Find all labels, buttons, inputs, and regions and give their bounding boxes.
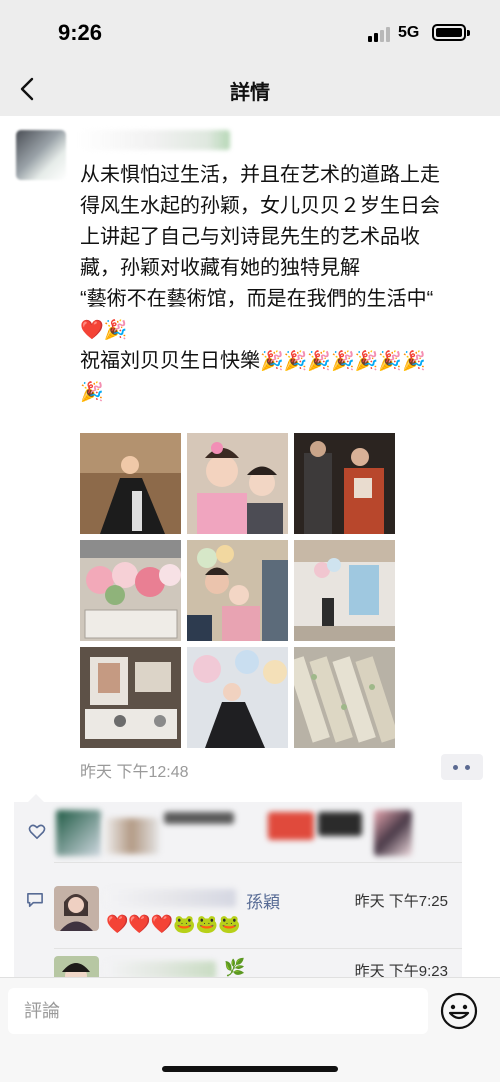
post-emoji-line: ❤️🎉 <box>80 319 128 341</box>
comment-input-bar <box>0 977 500 1082</box>
smiley-face-icon <box>440 992 478 1030</box>
signal-strength-icon <box>368 26 394 42</box>
photo-9[interactable] <box>294 647 395 748</box>
photo-2[interactable] <box>187 433 288 534</box>
battery-icon <box>432 24 466 41</box>
commenter-name[interactable]: 孫穎 <box>246 888 280 913</box>
photo-1[interactable] <box>80 433 181 534</box>
leaf-icon: 🌿 <box>224 958 246 978</box>
status-time: 9:26 <box>58 20 103 45</box>
comments-section: 孫穎 昨天 下午7:25 ❤️❤️❤️🐸🐸🐸 🌿 昨天 下午9:23 <box>14 862 462 1001</box>
photo-3[interactable] <box>294 433 395 534</box>
post-line: 从未惧怕过生活，并且在艺术的道路上走 <box>80 164 440 186</box>
likes-section <box>14 802 462 862</box>
post-line: “藝術不在藝術馆，而是在我們的生活中“ <box>80 288 434 310</box>
post-greeting-line: 祝福刘贝贝生日快樂🎉🎉🎉🎉🎉🎉🎉 <box>80 346 490 377</box>
photo-grid <box>80 433 396 749</box>
heart-outline-icon <box>28 824 46 840</box>
author-name[interactable] <box>80 130 230 150</box>
nav-bar: 詳情 <box>0 64 500 116</box>
photo-5[interactable] <box>187 540 288 641</box>
status-bar: 9:26 5G <box>0 0 500 64</box>
network-type: 5G <box>398 24 420 41</box>
emoji-button[interactable] <box>440 992 478 1030</box>
post-greeting: 祝福刘贝贝生日快樂 <box>80 350 260 372</box>
more-options-button[interactable] <box>441 754 483 780</box>
comment-time: 昨天 下午7:25 <box>354 893 448 910</box>
commenter-name-hidden <box>106 889 236 907</box>
post-line: 得风生水起的孙颖，女儿贝贝２岁生日会 <box>80 195 440 217</box>
comment-text: ❤️❤️❤️🐸🐸🐸 <box>106 914 241 935</box>
post-line: 藏，孙颖对收藏有她的独特見解 <box>80 257 360 279</box>
page-title: 詳情 <box>230 82 270 104</box>
comment-input[interactable] <box>8 988 428 1034</box>
comment-bubble-icon <box>27 892 43 908</box>
photo-4[interactable] <box>80 540 181 641</box>
author-avatar[interactable] <box>16 130 66 180</box>
liker-avatars[interactable] <box>56 810 416 856</box>
home-indicator <box>162 1066 338 1072</box>
photo-6[interactable] <box>294 540 395 641</box>
photo-7[interactable] <box>80 647 181 748</box>
post-line: 上讲起了自己与刘诗昆先生的艺术品收 <box>80 226 420 248</box>
photo-8[interactable] <box>187 647 288 748</box>
post-time: 昨天 下午12:48 <box>80 764 189 781</box>
party-popper-icon: 🎉🎉🎉🎉🎉🎉🎉 <box>260 350 426 372</box>
commenter-avatar[interactable] <box>54 886 99 931</box>
party-popper-icon: 🎉 <box>80 381 104 403</box>
post-text: 从未惧怕过生活，并且在艺术的道路上走 得风生水起的孙颖，女儿贝贝２岁生日会 上讲… <box>80 160 490 408</box>
